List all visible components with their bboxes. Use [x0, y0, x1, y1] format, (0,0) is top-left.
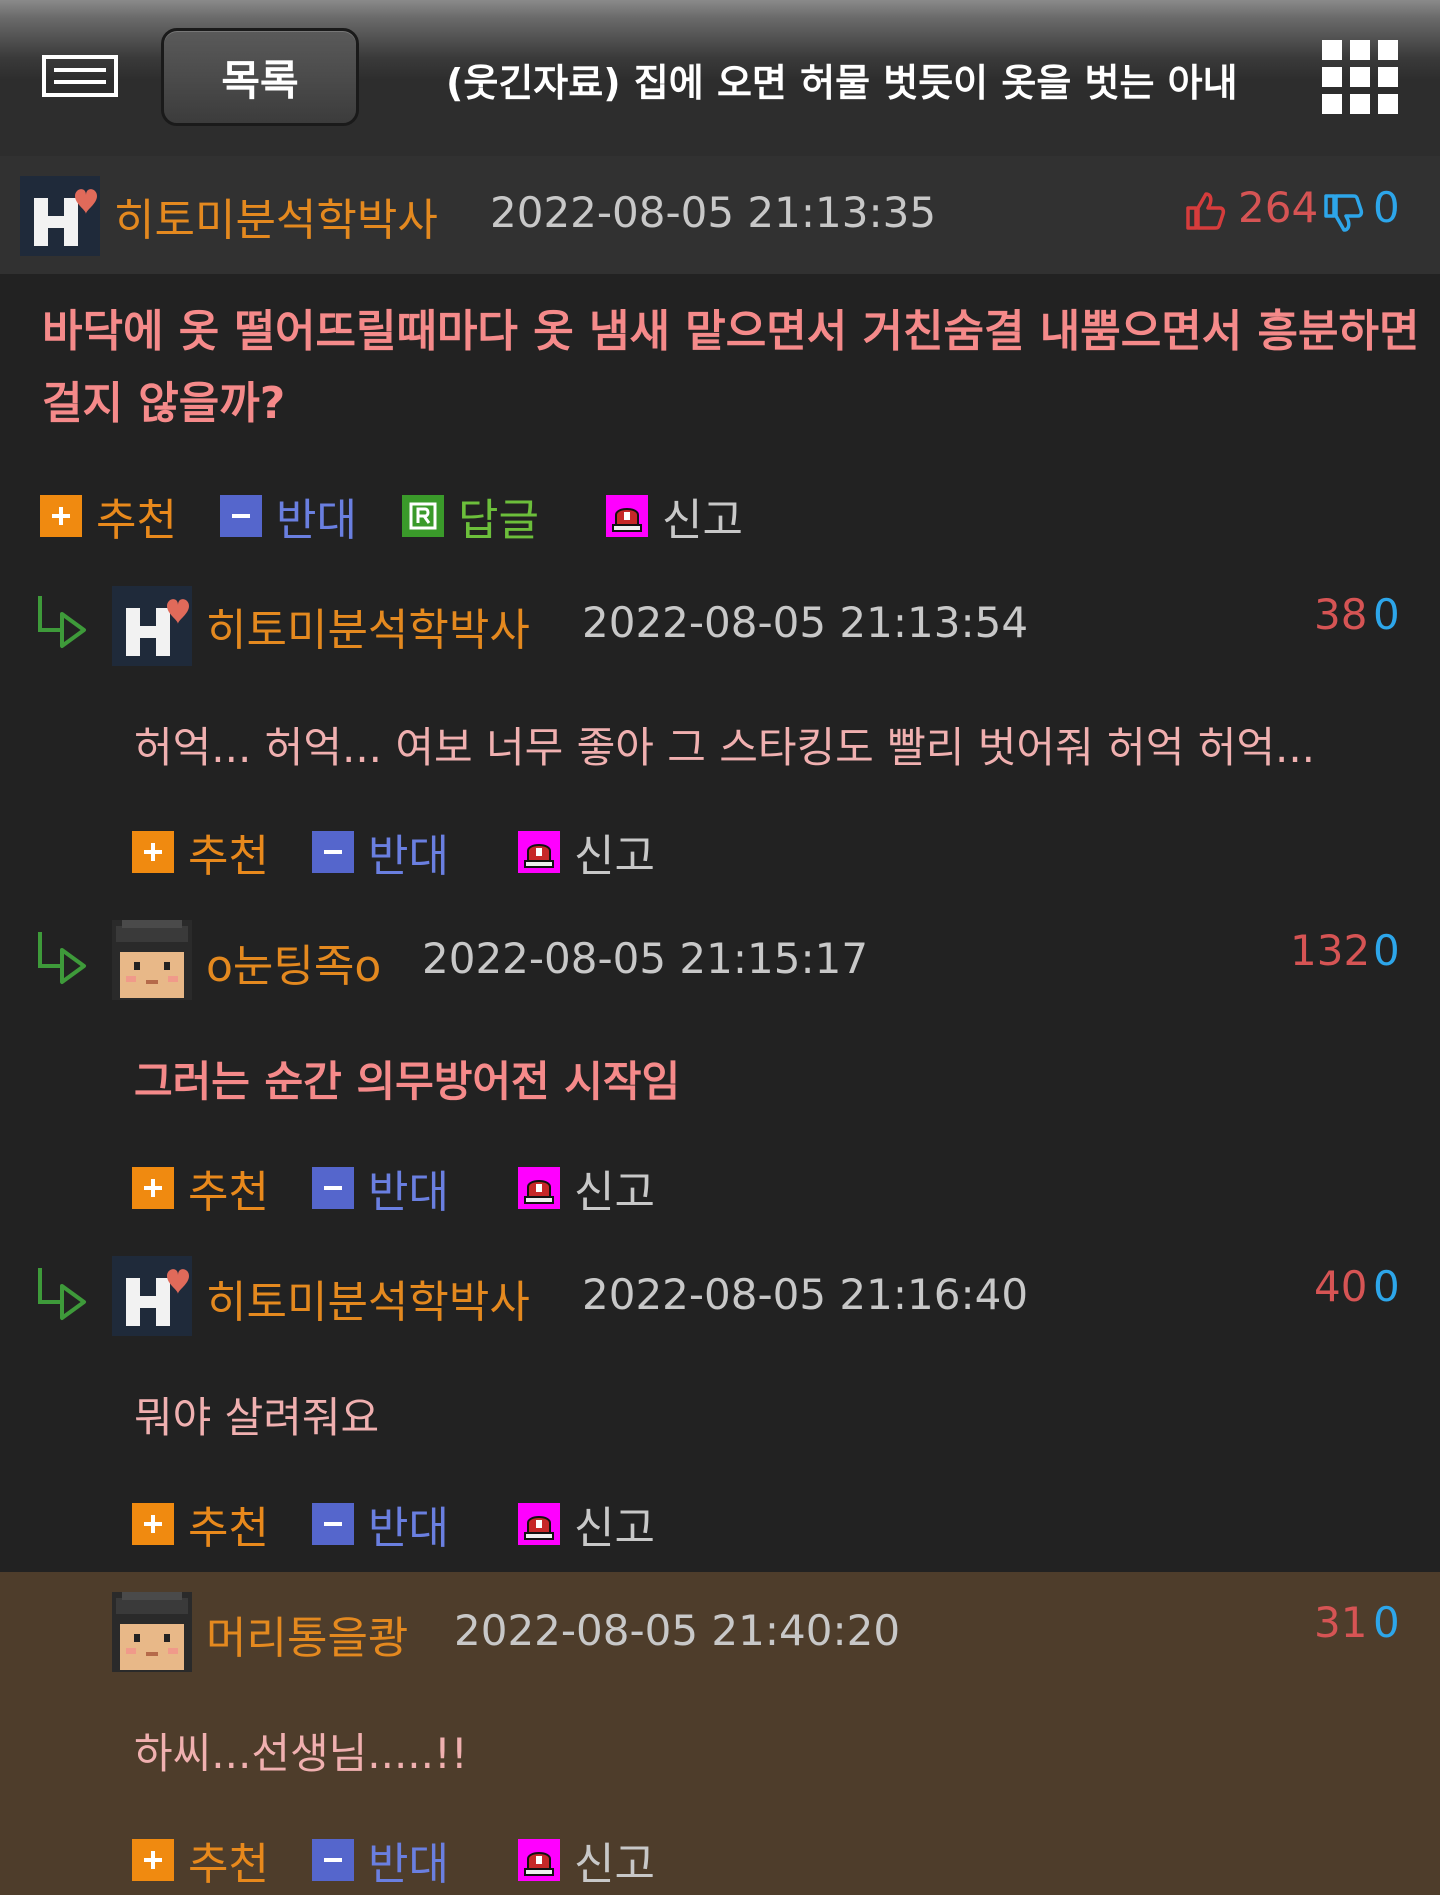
comment-downvote-count: 0 — [1373, 926, 1400, 975]
report-label: 신고 — [574, 831, 655, 882]
comment-downvote-count: 0 — [1373, 1598, 1400, 1647]
oppose-button[interactable]: 반대 — [220, 484, 357, 548]
post-downvote-count: 0 — [1373, 183, 1400, 232]
recommend-label: 추천 — [96, 495, 177, 546]
plus-icon — [132, 831, 174, 873]
recommend-label: 추천 — [188, 831, 269, 882]
post-body: 바닥에 옷 떨어뜨릴때마다 옷 냄새 맡으면서 거친숨결 내뿜으면서 흥분하면 … — [42, 306, 1420, 429]
comment-date: 2022-08-05 21:16:40 — [582, 1270, 1029, 1319]
page-title: (웃긴자료) 집에 오면 허물 벗듯이 옷을 벗는 아내 — [446, 61, 1238, 105]
minus-icon — [312, 1167, 354, 1209]
post-upvote-count: 264 — [1238, 183, 1319, 232]
report-label: 신고 — [574, 1503, 655, 1554]
plus-icon — [132, 1503, 174, 1545]
comment-body: 하씨...선생님.....!! — [134, 1729, 468, 1778]
siren-icon — [518, 1503, 560, 1545]
recommend-label: 추천 — [188, 1167, 269, 1218]
minus-icon — [220, 495, 262, 537]
reply-arrow-icon — [38, 932, 86, 984]
avatar-student-icon[interactable] — [112, 1592, 192, 1672]
grid-icon[interactable] — [1322, 40, 1398, 114]
recommend-label: 추천 — [188, 1503, 269, 1554]
report-button[interactable]: 신고 — [518, 1492, 655, 1556]
recommend-button[interactable]: 추천 — [132, 1156, 269, 1220]
hamburger-icon[interactable] — [42, 55, 118, 97]
minus-icon — [312, 1839, 354, 1881]
comment-nickname[interactable]: 히토미분석학박사 — [206, 594, 530, 658]
thumbs-down-icon[interactable] — [1322, 192, 1364, 234]
comment-upvote-count: 40 — [1314, 1262, 1368, 1311]
oppose-label: 반대 — [368, 1167, 449, 1218]
recommend-button[interactable]: 추천 — [132, 820, 269, 884]
comment-date: 2022-08-05 21:13:54 — [582, 598, 1029, 647]
oppose-button[interactable]: 반대 — [312, 1828, 449, 1892]
oppose-button[interactable]: 반대 — [312, 820, 449, 884]
report-button[interactable]: 신고 — [518, 1156, 655, 1220]
comment-upvote-count: 132 — [1290, 926, 1371, 975]
comment-body: 허억... 허억... 여보 너무 좋아 그 스타킹도 빨리 벗어줘 허억 허억… — [134, 723, 1316, 772]
report-label: 신고 — [574, 1839, 655, 1890]
comment-body: 그러는 순간 의무방어전 시작임 — [134, 1057, 681, 1106]
oppose-button[interactable]: 반대 — [312, 1492, 449, 1556]
minus-icon — [312, 1503, 354, 1545]
oppose-label: 반대 — [276, 495, 357, 546]
oppose-label: 반대 — [368, 1503, 449, 1554]
comment-body: 뭐야 살려줘요 — [134, 1393, 380, 1442]
minus-icon — [312, 831, 354, 873]
avatar-student-icon[interactable] — [112, 920, 192, 1000]
top-bar: 목록 (웃긴자료) 집에 오면 허물 벗듯이 옷을 벗는 아내 — [0, 0, 1440, 156]
report-button[interactable]: 신고 — [518, 820, 655, 884]
avatar-h-heart-icon[interactable] — [20, 176, 100, 256]
list-button[interactable]: 목록 — [161, 28, 359, 126]
recommend-label: 추천 — [188, 1839, 269, 1890]
report-label: 신고 — [662, 495, 743, 546]
oppose-label: 반대 — [368, 1839, 449, 1890]
comment-upvote-count: 31 — [1314, 1598, 1368, 1647]
post-date: 2022-08-05 21:13:35 — [490, 188, 937, 237]
reply-label: 답글 — [458, 495, 539, 546]
reply-button[interactable]: 답글 — [402, 484, 539, 548]
oppose-label: 반대 — [368, 831, 449, 882]
avatar-h-heart-icon[interactable] — [112, 586, 192, 666]
thumbs-up-icon[interactable] — [1184, 190, 1226, 232]
siren-icon — [518, 831, 560, 873]
comment-nickname[interactable]: 히토미분석학박사 — [206, 1266, 530, 1330]
comment-downvote-count: 0 — [1373, 1262, 1400, 1311]
plus-icon — [40, 495, 82, 537]
recommend-button[interactable]: 추천 — [40, 484, 177, 548]
post-nickname[interactable]: 히토미분석학박사 — [114, 184, 438, 248]
reply-r-icon — [402, 495, 444, 537]
comment-nickname[interactable]: o눈팅족o — [206, 930, 381, 994]
report-button[interactable]: 신고 — [518, 1828, 655, 1892]
oppose-button[interactable]: 반대 — [312, 1156, 449, 1220]
siren-icon — [518, 1839, 560, 1881]
recommend-button[interactable]: 추천 — [132, 1492, 269, 1556]
plus-icon — [132, 1167, 174, 1209]
avatar-h-heart-icon[interactable] — [112, 1256, 192, 1336]
comment-upvote-count: 38 — [1314, 590, 1368, 639]
siren-icon — [518, 1167, 560, 1209]
comment-date: 2022-08-05 21:15:17 — [422, 934, 869, 983]
recommend-button[interactable]: 추천 — [132, 1828, 269, 1892]
reply-arrow-icon — [38, 596, 86, 648]
report-button[interactable]: 신고 — [606, 484, 743, 548]
plus-icon — [132, 1839, 174, 1881]
comment-date: 2022-08-05 21:40:20 — [454, 1606, 901, 1655]
comment-downvote-count: 0 — [1373, 590, 1400, 639]
reply-arrow-icon — [38, 1268, 86, 1320]
siren-icon — [606, 495, 648, 537]
report-label: 신고 — [574, 1167, 655, 1218]
comment-nickname[interactable]: 머리통을쾅 — [206, 1602, 408, 1666]
